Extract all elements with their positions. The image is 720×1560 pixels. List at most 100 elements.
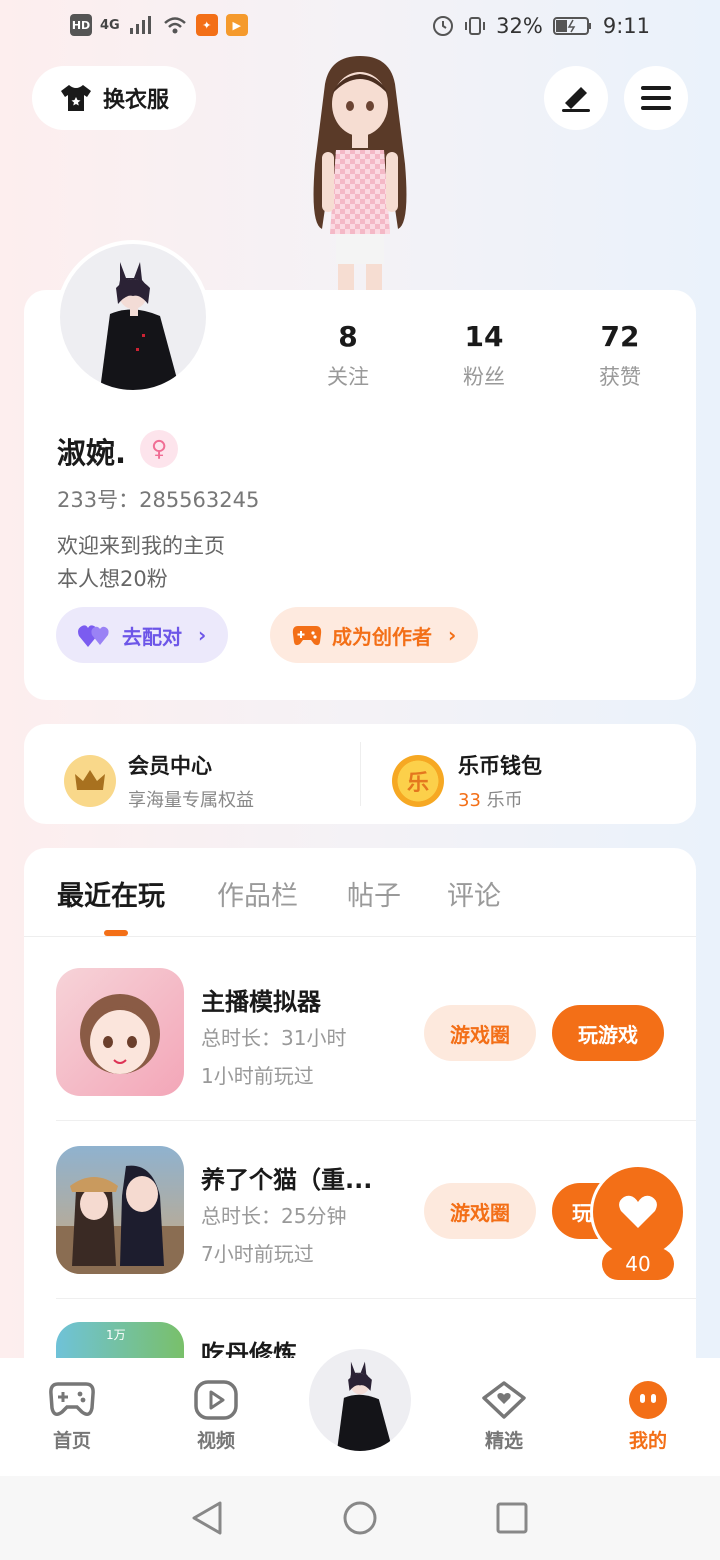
nav-featured-label: 精选 — [484, 1430, 523, 1452]
crown-icon — [64, 755, 116, 807]
gamepad-icon — [49, 1382, 95, 1416]
stat-following-count: 8 — [338, 320, 358, 353]
game-name: 养了个猫（重... — [201, 1166, 373, 1194]
nav-home-label: 首页 — [52, 1430, 91, 1452]
wallet-balance: 33 乐币 — [458, 786, 542, 812]
become-creator-label: 成为创作者 — [332, 624, 432, 649]
stat-likes[interactable]: 72 获赞 — [560, 320, 680, 391]
status-bar: HD 4G ✦ ▶ 32% 9:11 — [0, 0, 720, 56]
vibrate-icon — [465, 17, 486, 35]
row-divider — [56, 1298, 696, 1299]
play-game-button[interactable]: 玩游戏 — [552, 1005, 664, 1061]
nav-video-label: 视频 — [196, 1430, 235, 1452]
alarm-icon — [433, 16, 454, 36]
stat-likes-label: 获赞 — [599, 365, 641, 389]
app-play-icon: ▶ — [225, 14, 248, 36]
user-id-label: 233号： — [57, 488, 140, 512]
stat-followers-count: 14 — [464, 320, 504, 353]
edit-profile-button[interactable] — [544, 66, 608, 130]
stat-following-label: 关注 — [327, 365, 369, 389]
change-outfit-button[interactable]: 换衣服 — [32, 66, 196, 130]
like-count: 40 — [602, 1248, 674, 1280]
play-circle-icon — [194, 1380, 238, 1420]
become-creator-button[interactable]: 成为创作者 › — [270, 607, 479, 663]
status-right: 32% 9:11 — [432, 14, 650, 38]
game-last-played: 7小时前玩过 — [201, 1242, 314, 1266]
tab-comments[interactable]: 评论 — [447, 874, 501, 913]
stat-likes-count: 72 — [600, 320, 640, 353]
back-icon[interactable] — [190, 1500, 224, 1536]
clock: 9:11 — [602, 14, 650, 38]
stat-followers[interactable]: 14 粉丝 — [424, 320, 544, 391]
diamond-heart-icon — [482, 1381, 526, 1419]
game-thumbnail[interactable]: 1万 — [56, 1322, 184, 1358]
network-4g-icon: 4G — [100, 17, 120, 33]
anime-girl-icon — [80, 994, 160, 1074]
nav-home[interactable]: 首页 — [27, 1380, 117, 1453]
recent-apps-icon[interactable] — [496, 1502, 528, 1534]
heart-icon — [619, 1195, 657, 1228]
hamburger-menu-icon — [641, 86, 671, 110]
tab-divider — [24, 936, 696, 937]
username: 淑婉. — [57, 436, 127, 470]
avatar-figure-icon — [336, 1361, 393, 1451]
member-center-title: 会员中心 — [128, 754, 212, 778]
anime-characters-icon — [56, 1165, 184, 1274]
stat-following[interactable]: 8 关注 — [288, 320, 408, 391]
stat-followers-label: 粉丝 — [463, 365, 505, 389]
hearts-icon — [78, 625, 109, 647]
chevron-right-icon: › — [198, 623, 207, 647]
nav-mine[interactable]: 我的 — [603, 1380, 693, 1453]
app-notification-icon: ✦ — [195, 14, 218, 36]
nav-featured[interactable]: 精选 — [459, 1380, 549, 1453]
tab-works[interactable]: 作品栏 — [217, 874, 298, 913]
home-icon[interactable] — [342, 1500, 378, 1536]
member-center-subtitle: 享海量专属权益 — [128, 790, 254, 811]
nav-avatar-center[interactable] — [304, 1344, 416, 1456]
wifi-icon — [163, 17, 186, 34]
game-circle-button[interactable]: 游戏圈 — [424, 1183, 536, 1239]
avatar-figure-icon — [100, 262, 180, 390]
wallet-unit: 乐币 — [486, 790, 523, 811]
menu-button[interactable] — [624, 66, 688, 130]
tab-posts[interactable]: 帖子 — [347, 874, 401, 913]
match-button[interactable]: 去配对 › — [56, 607, 229, 663]
chevron-right-icon: › — [448, 623, 457, 647]
change-outfit-label: 换衣服 — [102, 88, 169, 113]
bio-line-1: 欢迎来到我的主页 — [57, 534, 225, 558]
nav-mine-label: 我的 — [628, 1430, 667, 1452]
status-left: HD 4G ✦ ▶ — [70, 14, 248, 36]
bio-line-2: 本人想20粉 — [57, 567, 168, 591]
female-gender-icon: ♀ — [140, 430, 178, 468]
user-avatar[interactable] — [56, 240, 210, 394]
signal-icon — [129, 16, 151, 34]
pencil-icon — [562, 87, 590, 112]
avatar-3d-figure[interactable] — [290, 54, 430, 292]
row-divider — [56, 1120, 696, 1121]
user-id-value: 285563245 — [139, 488, 260, 512]
hd-icon: HD — [70, 14, 92, 36]
member-center[interactable]: 会员中心 享海量专属权益 — [64, 750, 254, 812]
tshirt-icon — [60, 85, 91, 111]
game-duration: 总时长：25分钟 — [201, 1204, 347, 1228]
vip-divider — [360, 742, 361, 806]
gamepad-icon — [292, 626, 322, 646]
coin-icon: 乐 — [392, 755, 444, 807]
game-last-played: 1小时前玩过 — [201, 1064, 314, 1088]
like-button[interactable] — [590, 1164, 686, 1260]
game-thumbnail[interactable] — [56, 968, 184, 1096]
game-thumbnail[interactable] — [56, 1146, 184, 1274]
wallet-amount: 33 — [458, 790, 481, 811]
game-circle-button[interactable]: 游戏圈 — [424, 1005, 536, 1061]
wallet[interactable]: 乐 乐币钱包 33 乐币 — [392, 750, 542, 812]
battery-percent: 32% — [496, 14, 543, 38]
user-id: 233号：285563245 — [57, 484, 259, 514]
game-name: 主播模拟器 — [201, 988, 321, 1016]
wallet-title: 乐币钱包 — [458, 754, 542, 778]
game-duration: 总时长：31小时 — [201, 1026, 347, 1050]
tab-recently-played[interactable]: 最近在玩 — [57, 874, 165, 913]
system-nav-bar — [0, 1476, 720, 1560]
face-icon — [629, 1381, 667, 1419]
match-label: 去配对 — [122, 624, 182, 649]
nav-video[interactable]: 视频 — [171, 1380, 261, 1453]
